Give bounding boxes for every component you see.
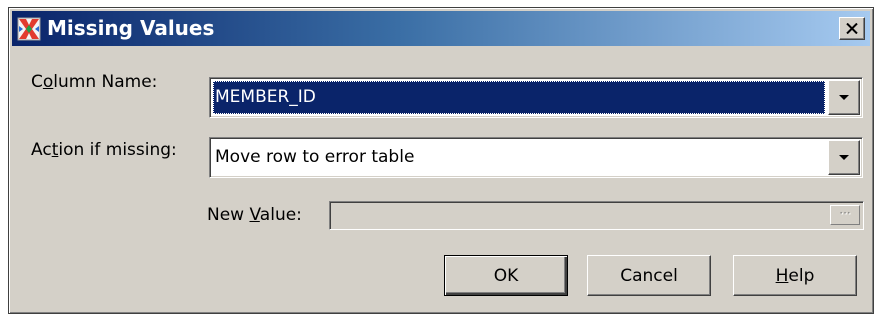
action-label-rest: ion if missing: — [58, 140, 177, 160]
new-value-input[interactable]: ··· — [329, 201, 864, 230]
help-label-rest: elp — [788, 265, 815, 286]
new-value-label-rest: alue: — [259, 205, 302, 225]
new-value-label: New Value: — [207, 204, 302, 226]
close-icon — [846, 23, 858, 34]
column-name-select[interactable]: MEMBER_ID — [209, 77, 863, 118]
column-name-label-part: C — [31, 72, 43, 92]
action-label-part: Ac — [31, 140, 52, 160]
chevron-down-icon — [839, 94, 849, 100]
missing-values-app-icon — [17, 17, 41, 41]
column-name-label-mnemonic: o — [42, 72, 54, 92]
action-if-missing-value: Move row to error table — [215, 147, 415, 167]
action-if-missing-select[interactable]: Move row to error table — [209, 137, 863, 178]
cancel-button[interactable]: Cancel — [587, 255, 711, 296]
new-value-label-mnemonic: V — [249, 205, 260, 225]
action-dropdown-button[interactable] — [828, 140, 860, 175]
column-name-value: MEMBER_ID — [213, 81, 825, 114]
column-name-dropdown-button[interactable] — [828, 80, 860, 115]
help-mnemonic: H — [775, 265, 789, 286]
missing-values-dialog: Missing Values Column Name: MEMBER_ID Ac… — [8, 7, 874, 314]
close-button[interactable] — [839, 17, 865, 40]
title-bar[interactable]: Missing Values — [12, 11, 870, 46]
action-if-missing-label: Action if missing: — [31, 139, 177, 161]
ok-button[interactable]: OK — [444, 255, 568, 296]
column-name-label-rest: lumn Name: — [53, 72, 158, 92]
new-value-browse-button[interactable]: ··· — [830, 205, 860, 225]
column-name-label: Column Name: — [31, 71, 157, 93]
help-button[interactable]: Help — [733, 255, 857, 296]
new-value-label-part: New — [207, 205, 250, 225]
chevron-down-icon — [839, 154, 849, 160]
dialog-title: Missing Values — [47, 16, 215, 40]
